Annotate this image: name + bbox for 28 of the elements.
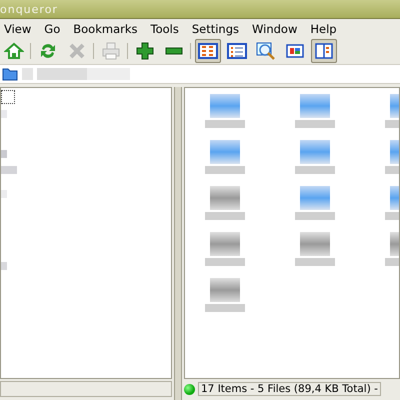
menu-item[interactable]: View (4, 22, 32, 36)
plus-icon (135, 41, 155, 61)
blurred-item (1, 166, 17, 174)
folder-icon (2, 67, 18, 81)
window-title: onqueror (0, 0, 400, 19)
list-view-icon (227, 41, 247, 61)
menu-item[interactable]: Go (44, 22, 60, 36)
blurred-item (1, 110, 7, 118)
blurred-item (1, 150, 7, 158)
stop-icon (67, 41, 87, 61)
icon-view-icon (198, 41, 218, 61)
focus-rectangle (1, 90, 15, 104)
menu-item[interactable]: Settings (192, 22, 240, 36)
blurred-item (1, 262, 7, 270)
menu-item[interactable]: Tools (150, 22, 179, 36)
menu-item[interactable]: Help (310, 22, 337, 36)
menu-item[interactable]: Bookmarks (73, 22, 138, 36)
status-text: 17 Items - 5 Files (89,4 KB Total) - (198, 382, 381, 396)
reload-icon (38, 41, 58, 61)
blurred-item (1, 190, 7, 198)
home-icon (4, 41, 24, 61)
magnifier-icon (256, 41, 276, 61)
toolbar-button[interactable] (311, 39, 337, 63)
splitter-handle[interactable] (174, 87, 182, 400)
menu-item[interactable]: Window (252, 22, 298, 36)
toolbar-button[interactable] (195, 39, 221, 63)
split-view-icon (314, 41, 334, 61)
printer-icon (101, 41, 121, 61)
